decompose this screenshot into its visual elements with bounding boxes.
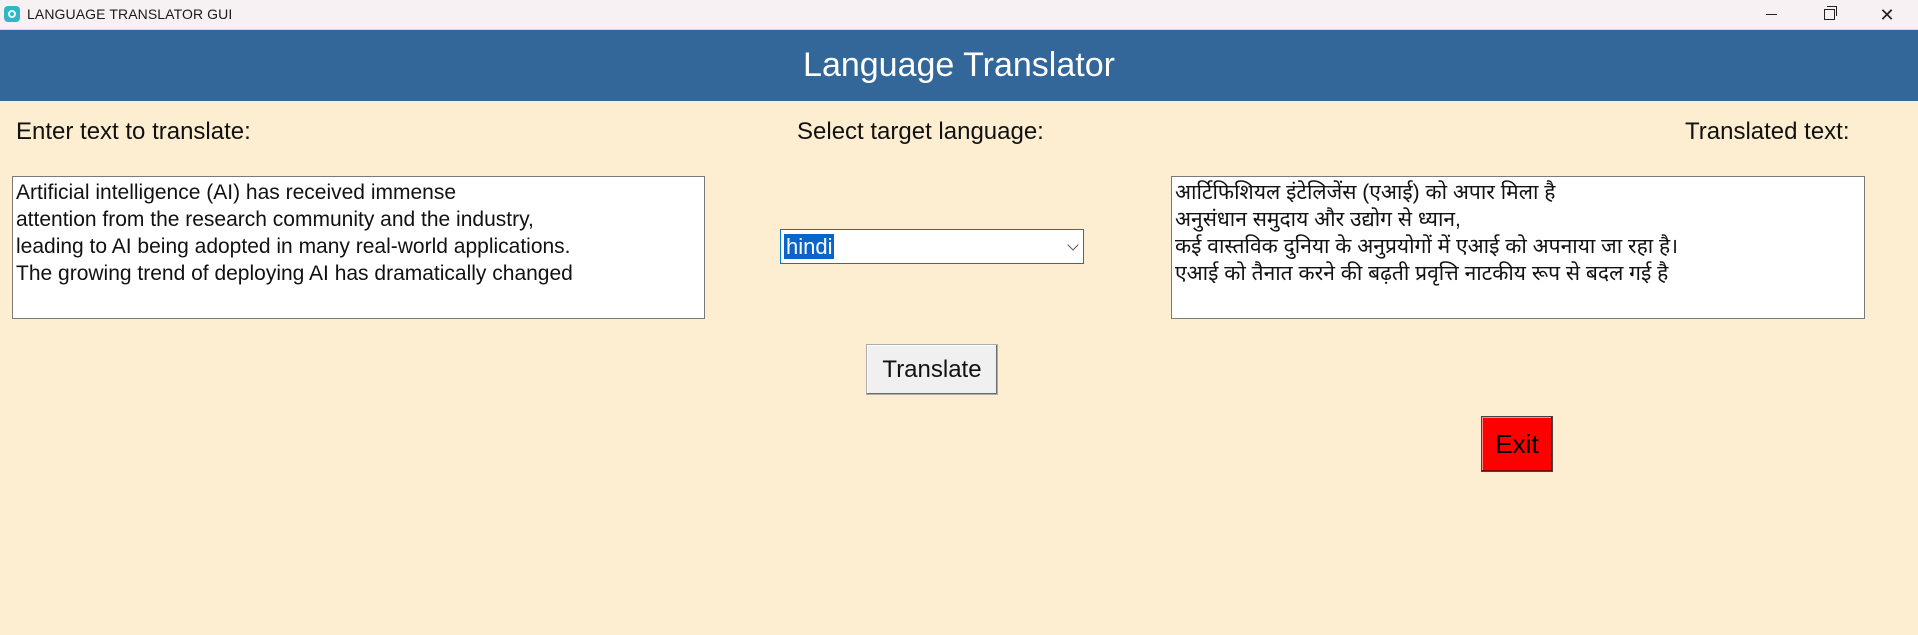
app-icon bbox=[4, 6, 20, 22]
target-language-select[interactable]: hindi bbox=[780, 229, 1084, 264]
translate-button[interactable]: Translate bbox=[866, 344, 998, 395]
target-language-label: Select target language: bbox=[797, 118, 1044, 145]
window-titlebar: LANGUAGE TRANSLATOR GUI ✕ bbox=[0, 0, 1918, 30]
window-title: LANGUAGE TRANSLATOR GUI bbox=[27, 6, 233, 22]
close-icon: ✕ bbox=[1879, 4, 1895, 25]
translated-text-output[interactable]: आर्टिफिशियल इंटेलिजेंस (एआई) को अपार मिल… bbox=[1171, 176, 1865, 319]
app-header: Language Translator bbox=[0, 30, 1918, 101]
exit-button[interactable]: Exit bbox=[1481, 416, 1553, 472]
restore-icon bbox=[1823, 6, 1837, 20]
minimize-button[interactable] bbox=[1742, 0, 1800, 29]
chevron-down-icon[interactable] bbox=[1067, 239, 1079, 251]
target-language-value: hindi bbox=[782, 233, 836, 260]
source-text-label: Enter text to translate: bbox=[16, 118, 251, 145]
page-title: Language Translator bbox=[803, 46, 1115, 84]
translated-text-label: Translated text: bbox=[1685, 118, 1850, 145]
source-text-input[interactable]: Artificial intelligence (AI) has receive… bbox=[12, 176, 705, 319]
close-button[interactable]: ✕ bbox=[1858, 0, 1916, 29]
minimize-icon bbox=[1765, 14, 1777, 15]
restore-button[interactable] bbox=[1800, 0, 1858, 29]
